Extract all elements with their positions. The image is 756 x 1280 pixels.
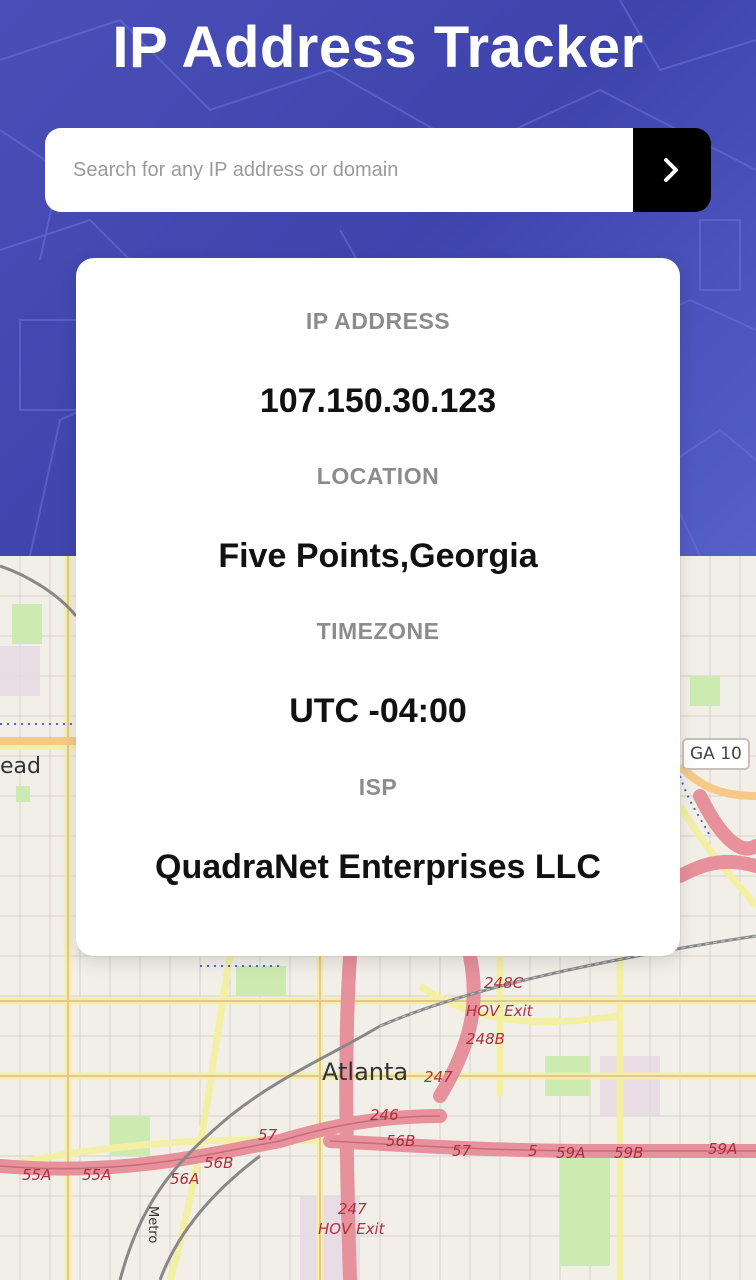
exit-label: 56A: [170, 1170, 200, 1188]
map-metro-label: Metro: [145, 1206, 160, 1244]
exit-label: 246: [370, 1106, 399, 1124]
page-title: IP Address Tracker: [112, 15, 644, 80]
exit-label: HOV Exit: [466, 1002, 533, 1020]
exit-label: 59B: [614, 1144, 644, 1162]
chevron-right-icon: [664, 158, 678, 182]
exit-label: 57: [258, 1126, 278, 1144]
exit-label: 247: [338, 1200, 367, 1218]
exit-label: 247: [424, 1068, 453, 1086]
isp-value: QuadraNet Enterprises LLC: [155, 848, 601, 886]
exit-label: 55A: [82, 1166, 112, 1184]
exit-label: 248C: [484, 974, 524, 992]
timezone-label: TIMEZONE: [316, 618, 440, 644]
ip-info-card: IP ADDRESS 107.150.30.123 LOCATION Five …: [76, 258, 680, 956]
ip-address-label: IP ADDRESS: [305, 308, 451, 334]
exit-label: HOV Exit: [318, 1220, 385, 1238]
exit-label: 5: [528, 1142, 538, 1160]
exit-label: 55A: [22, 1166, 52, 1184]
search-input[interactable]: [45, 128, 633, 212]
isp-label: ISP: [358, 774, 398, 800]
exit-label: 56B: [386, 1132, 416, 1150]
highway-shield: GA 10: [682, 738, 750, 770]
search-submit-button[interactable]: [633, 128, 711, 212]
exit-label: 56B: [204, 1154, 234, 1172]
location-label: LOCATION: [316, 463, 440, 489]
search-bar: [45, 128, 711, 212]
exit-label: 248B: [466, 1030, 505, 1048]
location-value: Five Points,Georgia: [218, 537, 538, 575]
ip-address-value: 107.150.30.123: [259, 382, 497, 420]
exit-label: 59A: [708, 1140, 738, 1158]
map-partial-label: ead: [0, 754, 41, 779]
exit-label: 59A: [556, 1144, 586, 1162]
exit-label: 57: [452, 1142, 472, 1160]
timezone-value: UTC -04:00: [289, 692, 467, 730]
map-city-label: Atlanta: [322, 1058, 409, 1086]
